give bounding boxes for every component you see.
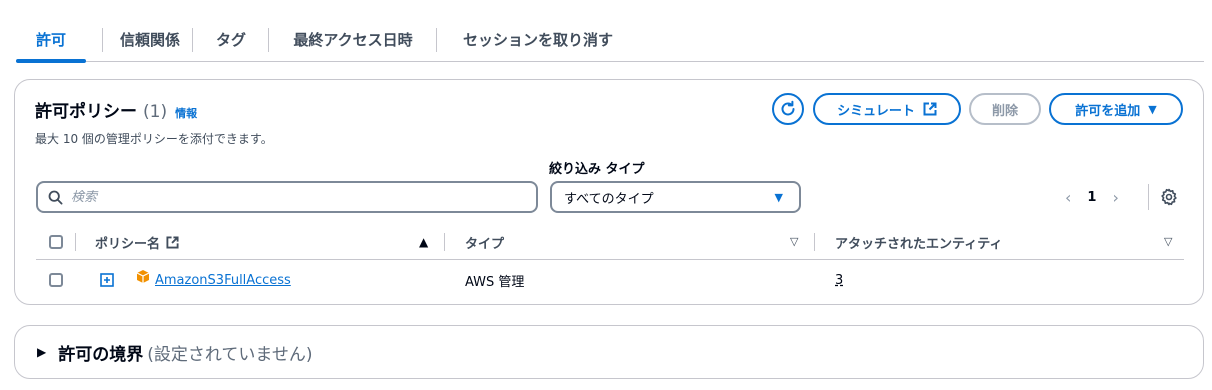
select-all-checkbox[interactable] <box>49 235 63 249</box>
boundary-title: 許可の境界 <box>58 344 144 365</box>
sort-ascending-icon[interactable]: ▲ <box>419 235 428 249</box>
panel-description: 最大 10 個の管理ポリシーを添付できます。 <box>35 132 273 146</box>
gear-icon[interactable] <box>1160 188 1178 206</box>
column-divider <box>814 233 815 251</box>
search-box[interactable] <box>36 181 538 213</box>
refresh-icon <box>781 100 795 116</box>
type-filter-select[interactable]: すべてのタイプ ▼ <box>550 181 801 213</box>
boundary-status: (設定されていません) <box>147 344 313 365</box>
next-page-icon[interactable]: › <box>1112 188 1118 207</box>
type-filter-value: すべてのタイプ <box>564 191 654 207</box>
external-link-icon <box>166 235 179 249</box>
table-row: AmazonS3FullAccess AWS 管理 3 <box>36 261 1184 299</box>
sort-icon[interactable]: ▽ <box>790 235 798 248</box>
external-link-icon <box>923 102 937 116</box>
pager-divider <box>1148 184 1149 210</box>
row-checkbox[interactable] <box>49 273 63 287</box>
panel-header: 許可ポリシー (1) 情報 <box>35 97 197 122</box>
page-number[interactable]: 1 <box>1087 190 1096 205</box>
sort-icon[interactable]: ▽ <box>1164 235 1172 248</box>
previous-page-icon[interactable]: ‹ <box>1065 188 1071 207</box>
permissions-boundary-panel[interactable]: ▶ 許可の境界 (設定されていません) <box>14 325 1204 379</box>
policy-name-link[interactable]: AmazonS3FullAccess <box>155 261 291 299</box>
tab-divider <box>102 28 103 52</box>
permission-policies-panel: 許可ポリシー (1) 情報 最大 10 個の管理ポリシーを添付できます。 シミュ… <box>14 79 1204 305</box>
tab-permissions[interactable]: 許可 <box>16 18 86 63</box>
tab-divider <box>436 28 437 52</box>
expand-row-icon[interactable] <box>100 273 114 287</box>
expand-caret-icon: ▶ <box>37 345 47 359</box>
column-header-attached-entities[interactable]: アタッチされたエンティティ <box>835 224 1002 260</box>
refresh-button[interactable] <box>772 93 804 125</box>
tab-tags[interactable]: タグ <box>212 18 250 61</box>
caret-down-icon: ▼ <box>1148 102 1157 116</box>
tab-last-accessed[interactable]: 最終アクセス日時 <box>286 18 420 61</box>
info-link[interactable]: 情報 <box>175 105 197 121</box>
search-icon <box>48 190 63 204</box>
aws-managed-policy-icon <box>136 270 150 283</box>
pagination: ‹ 1 › <box>1065 186 1119 208</box>
delete-button[interactable]: 削除 <box>969 93 1041 125</box>
filter-type-label: 絞り込み タイプ <box>549 162 645 177</box>
table-header: ポリシー名 ▲ タイプ ▽ アタッチされたエンティティ ▽ <box>36 224 1184 260</box>
caret-down-icon: ▼ <box>774 190 783 204</box>
column-header-type[interactable]: タイプ <box>465 224 504 260</box>
attached-entities-count[interactable]: 3 <box>835 261 843 299</box>
add-permissions-button[interactable]: 許可を追加 ▼ <box>1049 93 1183 125</box>
column-header-policy-name[interactable]: ポリシー名 <box>95 224 179 260</box>
column-divider <box>75 233 76 251</box>
search-input[interactable] <box>71 189 511 205</box>
policy-count: (1) <box>143 102 168 122</box>
column-divider <box>444 233 445 251</box>
tab-bar: 許可 信頼関係 タグ 最終アクセス日時 セッションを取り消す <box>16 18 1204 63</box>
tab-divider <box>268 28 269 52</box>
tab-trust-relationships[interactable]: 信頼関係 <box>110 18 190 61</box>
simulate-button[interactable]: シミュレート <box>813 93 961 125</box>
tab-divider <box>192 28 193 52</box>
panel-title: 許可ポリシー <box>35 102 137 122</box>
tab-revoke-sessions[interactable]: セッションを取り消す <box>454 18 622 61</box>
policy-type: AWS 管理 <box>465 274 525 290</box>
